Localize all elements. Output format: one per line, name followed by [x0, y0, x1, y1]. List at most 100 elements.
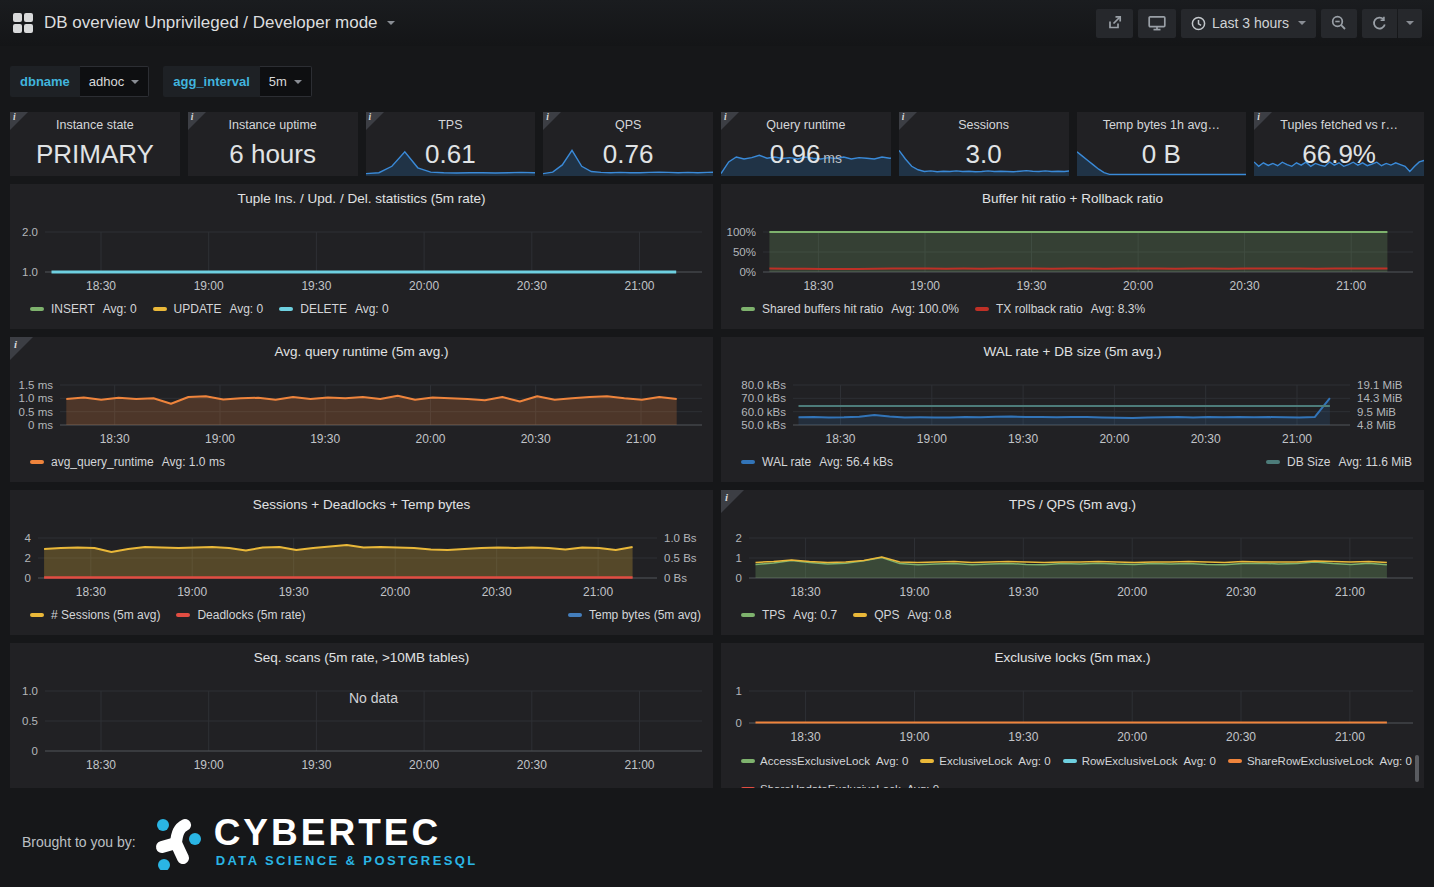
- refresh-group: [1362, 9, 1422, 38]
- svg-text:19:00: 19:00: [194, 279, 224, 293]
- panel-title[interactable]: Tuple Ins. / Upd. / Del. statistics (5m …: [40, 191, 683, 206]
- svg-text:1.5 ms: 1.5 ms: [18, 379, 53, 391]
- stat-title[interactable]: Instance state: [10, 118, 180, 132]
- stat-title[interactable]: Tuples fetched vs r…: [1254, 118, 1424, 132]
- svg-text:20:30: 20:30: [1230, 279, 1260, 293]
- panel-info-icon[interactable]: i: [10, 337, 33, 360]
- tv-mode-button[interactable]: [1138, 9, 1176, 38]
- time-caret-icon: [1298, 21, 1306, 25]
- legend-item[interactable]: WAL rateAvg: 56.4 kBs: [741, 455, 893, 469]
- svg-text:19:00: 19:00: [205, 432, 235, 446]
- stat-title[interactable]: Instance uptime: [188, 118, 358, 132]
- time-range-label: Last 3 hours: [1212, 15, 1289, 31]
- stat-panel-tuples-fetched-vs-r: iTuples fetched vs r…66.9%: [1254, 112, 1424, 176]
- stat-title[interactable]: TPS: [366, 118, 536, 132]
- legend-item[interactable]: ExclusiveLockAvg: 0: [920, 755, 1050, 767]
- panel-info-icon[interactable]: i: [366, 112, 384, 130]
- svg-text:1.0 Bs: 1.0 Bs: [664, 532, 697, 544]
- panel-title[interactable]: Exclusive locks (5m max.): [751, 650, 1394, 665]
- stat-title[interactable]: Sessions: [899, 118, 1069, 132]
- panel-info-icon[interactable]: i: [1254, 112, 1272, 130]
- legend-color: [1266, 460, 1280, 464]
- legend-item[interactable]: AccessExclusiveLockAvg: 0: [741, 755, 908, 767]
- title-caret-icon[interactable]: [387, 21, 395, 25]
- panel-title[interactable]: TPS / QPS (5m avg.): [751, 497, 1394, 512]
- svg-text:1: 1: [736, 552, 742, 564]
- legend-item[interactable]: UPDATEAvg: 0: [153, 302, 264, 316]
- variable-label: agg_interval: [163, 66, 260, 97]
- zoom-out-icon: [1331, 15, 1347, 31]
- panel-title[interactable]: Avg. query runtime (5m avg.): [40, 344, 683, 359]
- svg-text:19:00: 19:00: [194, 758, 224, 772]
- svg-text:21:00: 21:00: [1336, 279, 1366, 293]
- panel-info-icon[interactable]: i: [721, 490, 744, 513]
- svg-text:18:30: 18:30: [86, 758, 116, 772]
- panel-info-icon[interactable]: i: [10, 112, 28, 130]
- variable-label: dbname: [10, 66, 80, 97]
- cybertec-wordmark: CYBERTEC: [214, 816, 478, 850]
- chart-panel-tps-qps: iTPS / QPS (5m avg.)18:3019:0019:3020:00…: [721, 490, 1424, 635]
- legend-item[interactable]: TPSAvg: 0.7: [741, 608, 837, 622]
- stat-value: 6 hours: [188, 139, 358, 170]
- cybertec-logo-icon: [150, 814, 202, 870]
- legend-item[interactable]: Shared buffers hit ratioAvg: 100.0%: [741, 302, 959, 316]
- legend-item[interactable]: # Sessions (5m avg): [30, 608, 160, 622]
- legend-color: [279, 307, 293, 311]
- legend-item[interactable]: TX rollback ratioAvg: 8.3%: [975, 302, 1145, 316]
- grafana-menu-icon[interactable]: [13, 13, 33, 33]
- variable-value-dropdown[interactable]: adhoc: [80, 66, 149, 97]
- legend-item[interactable]: RowExclusiveLockAvg: 0: [1063, 755, 1216, 767]
- legend-item[interactable]: Deadlocks (5m rate): [176, 608, 305, 622]
- legend-item[interactable]: QPSAvg: 0.8: [853, 608, 951, 622]
- panel-title[interactable]: Buffer hit ratio + Rollback ratio: [751, 191, 1394, 206]
- legend-item[interactable]: Temp bytes (5m avg): [568, 608, 701, 622]
- panel-title[interactable]: Sessions + Deadlocks + Temp bytes: [40, 497, 683, 512]
- svg-text:0 Bs: 0 Bs: [664, 572, 687, 584]
- variable-agg-interval[interactable]: agg_interval 5m: [163, 66, 312, 97]
- svg-text:19:30: 19:30: [1008, 730, 1038, 744]
- stat-value: 0.96ms: [721, 139, 891, 170]
- panel-title[interactable]: WAL rate + DB size (5m avg.): [751, 344, 1394, 359]
- svg-text:0 ms: 0 ms: [28, 419, 53, 431]
- panel-title[interactable]: Seq. scans (5m rate, >10MB tables): [40, 650, 683, 665]
- legend-item[interactable]: DB SizeAvg: 11.6 MiB: [1266, 455, 1412, 469]
- legend-color: [741, 613, 755, 617]
- legend-color: [920, 759, 934, 763]
- stat-panel-temp-bytes-1h-avg: Temp bytes 1h avg… 0 B: [1077, 112, 1247, 176]
- svg-text:18:30: 18:30: [86, 279, 116, 293]
- zoom-out-button[interactable]: [1321, 9, 1357, 38]
- legend-scrollbar[interactable]: [1415, 755, 1419, 782]
- legend-color: [1063, 759, 1077, 763]
- svg-text:19:30: 19:30: [1008, 585, 1038, 599]
- panel-info-icon[interactable]: i: [543, 112, 561, 130]
- svg-text:50.0 kBs: 50.0 kBs: [741, 419, 786, 431]
- legend-item[interactable]: DELETEAvg: 0: [279, 302, 389, 316]
- refresh-interval-button[interactable]: [1398, 9, 1422, 38]
- chart-legend: TPSAvg: 0.7 QPSAvg: 0.8: [741, 608, 1412, 622]
- time-picker-button[interactable]: Last 3 hours: [1181, 9, 1316, 38]
- svg-text:19:30: 19:30: [301, 279, 331, 293]
- footer: Brought to you by: CYBERTEC DATA SCIENCE…: [22, 814, 1434, 870]
- share-button[interactable]: [1096, 9, 1133, 38]
- chart-legend: # Sessions (5m avg) Deadlocks (5m rate) Te…: [30, 608, 701, 622]
- refresh-button[interactable]: [1362, 9, 1397, 38]
- stat-value: 0 B: [1077, 139, 1247, 170]
- panel-info-icon[interactable]: i: [188, 112, 206, 130]
- variable-dbname[interactable]: dbname adhoc: [10, 66, 149, 97]
- legend-item[interactable]: INSERTAvg: 0: [30, 302, 137, 316]
- stat-title[interactable]: Query runtime: [721, 118, 891, 132]
- dashboard-title[interactable]: DB overview Unprivileged / Developer mod…: [44, 13, 378, 33]
- stat-title[interactable]: Temp bytes 1h avg…: [1077, 118, 1247, 132]
- legend-item[interactable]: avg_query_runtimeAvg: 1.0 ms: [30, 455, 225, 469]
- legend-item[interactable]: ShareUpdateExclusiveLockAvg: 0: [741, 783, 939, 788]
- panel-info-icon[interactable]: i: [721, 112, 739, 130]
- stat-panel-query-runtime: iQuery runtime 0.96ms: [721, 112, 891, 176]
- panel-info-icon[interactable]: i: [899, 112, 917, 130]
- svg-text:1.0: 1.0: [22, 685, 38, 697]
- stat-title[interactable]: QPS: [543, 118, 713, 132]
- legend-item[interactable]: ShareRowExclusiveLockAvg: 0: [1228, 755, 1412, 767]
- svg-text:20:00: 20:00: [1117, 585, 1147, 599]
- variable-value-dropdown[interactable]: 5m: [260, 66, 312, 97]
- svg-text:18:30: 18:30: [803, 279, 833, 293]
- chart-panel-sessions: Sessions + Deadlocks + Temp bytes18:3019…: [10, 490, 713, 635]
